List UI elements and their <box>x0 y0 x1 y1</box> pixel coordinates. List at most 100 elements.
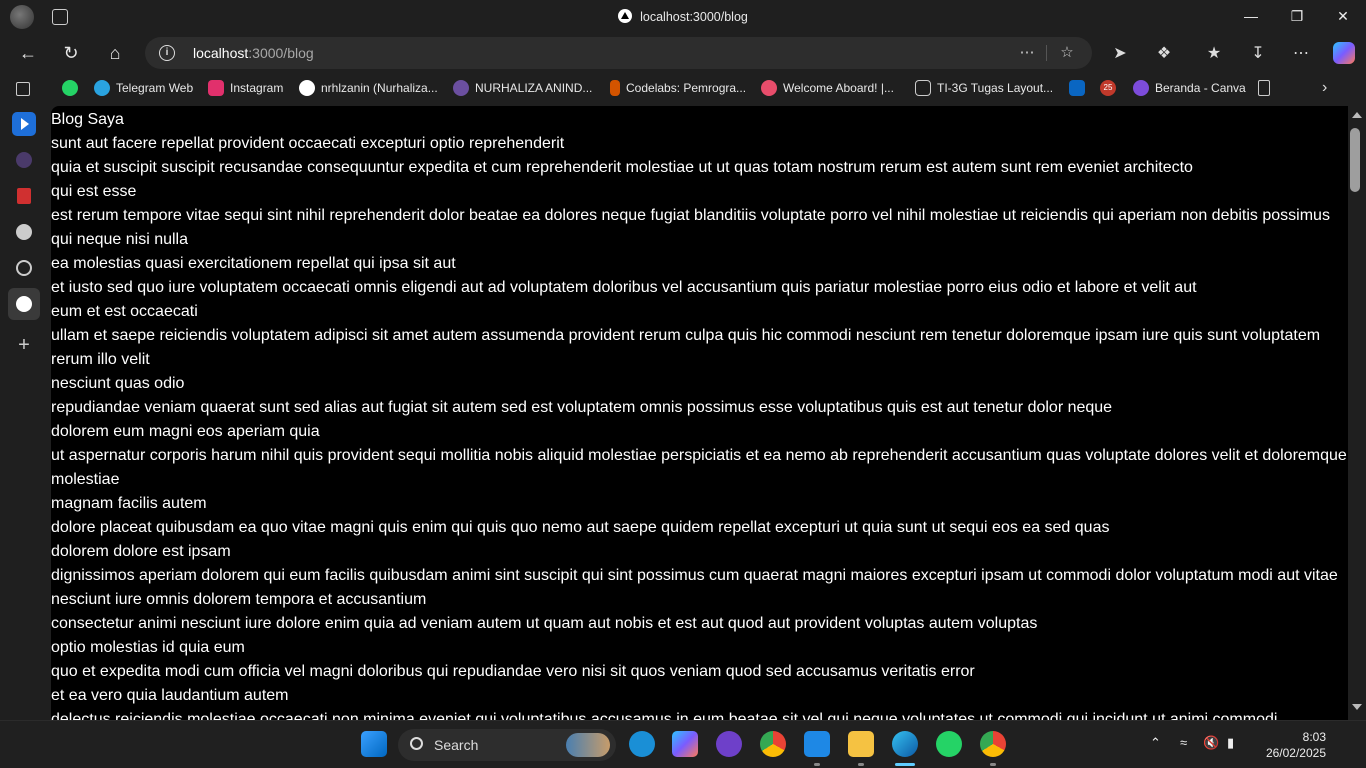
sidebar-app-5[interactable] <box>12 256 36 280</box>
page-title: Blog Saya <box>51 111 124 128</box>
post-title: nesciunt iure omnis dolorem tempora et a… <box>51 591 427 608</box>
bookmark-label: nrhlzanin (Nurhaliza... <box>321 81 438 95</box>
edge-icon[interactable] <box>892 731 918 757</box>
bookmark-telegram[interactable]: Telegram Web <box>94 80 193 96</box>
bookmark-label: Welcome Aboard! |... <box>783 81 894 95</box>
whatsapp-taskbar-icon[interactable] <box>936 731 962 757</box>
add-app-icon[interactable]: + <box>12 333 36 357</box>
post-body: quia et suscipit suscipit recusandae con… <box>51 159 1193 176</box>
post-title: sunt aut facere repellat provident occae… <box>51 135 565 152</box>
vscode-icon[interactable] <box>804 731 830 757</box>
pdf-icon <box>17 188 31 204</box>
bookmark-nurhaliza[interactable]: NURHALIZA ANIND... <box>453 80 592 96</box>
copilot-icon <box>1333 42 1355 64</box>
post-body: consectetur animi nesciunt iure dolore e… <box>51 615 1038 632</box>
scroll-thumb[interactable] <box>1350 128 1360 192</box>
post-title: ea molestias quasi exercitationem repell… <box>51 255 456 272</box>
post-body: ullam et saepe reiciendis voluptatem adi… <box>51 327 1321 368</box>
scroll-down-arrow-icon[interactable] <box>1352 704 1362 710</box>
bookmark-label: Beranda - Canva <box>1155 81 1246 95</box>
wifi-icon[interactable]: ≈ <box>1180 735 1187 750</box>
address-separator <box>1046 45 1047 61</box>
system-clock[interactable]: 8:03 26/02/2025 <box>1266 729 1326 761</box>
home-icon[interactable]: ⌂ <box>102 40 128 66</box>
active-app-indicator <box>895 763 915 766</box>
post-body: et iusto sed quo iure voluptatem occaeca… <box>51 279 1197 296</box>
sidebar-app-3[interactable] <box>12 184 36 208</box>
search-label: Search <box>434 737 479 753</box>
chrome-icon[interactable] <box>760 731 786 757</box>
bookmark-label: Telegram Web <box>116 81 194 95</box>
university-logo-icon <box>453 80 469 96</box>
bookmark-codelabs[interactable]: Codelabs: Pemrogra... <box>610 80 746 96</box>
minimize-button[interactable]: — <box>1228 0 1274 32</box>
file-explorer-icon[interactable] <box>848 731 874 757</box>
search-icon <box>410 737 423 750</box>
post-body: delectus reiciendis molestiae occaecati … <box>51 711 1278 720</box>
copilot-button[interactable] <box>1332 41 1356 65</box>
tray-chevron-up-icon[interactable]: ⌃ <box>1150 735 1161 751</box>
bookmark-welcome[interactable]: Welcome Aboard! |... <box>761 80 894 96</box>
page-actions-icon[interactable]: ⋯ <box>1017 43 1037 63</box>
chevron-right-icon[interactable]: › <box>1322 79 1327 97</box>
post-body: ut aspernatur corporis harum nihil quis … <box>51 447 1347 488</box>
sidebar-toggle-icon[interactable] <box>16 82 30 96</box>
address-bar[interactable]: i localhost:3000/blog ⋯ ☆ <box>145 37 1092 69</box>
refresh-icon[interactable]: ↻ <box>58 40 84 66</box>
url-text[interactable]: localhost:3000/blog <box>193 45 314 61</box>
classroom-icon <box>915 80 931 96</box>
sidebar-app-6[interactable] <box>8 288 40 320</box>
page-scrollbar[interactable] <box>1348 106 1366 720</box>
volume-muted-icon[interactable]: 🔇 <box>1203 735 1219 751</box>
url-host: localhost <box>193 45 249 61</box>
battery-icon[interactable]: ▮ <box>1227 735 1234 751</box>
chrome-profile-icon[interactable] <box>980 731 1006 757</box>
restore-button[interactable]: ❐ <box>1274 0 1320 32</box>
bookmark-github[interactable]: nrhlzanin (Nurhaliza... <box>299 80 438 96</box>
downloads-icon[interactable]: ↧ <box>1246 41 1270 65</box>
bookmark-tugas-layout[interactable]: TI-3G Tugas Layout... <box>915 80 1053 96</box>
welcome-icon <box>761 80 777 96</box>
github-desktop-icon[interactable] <box>716 731 742 757</box>
page-viewport: Blog Saya sunt aut facere repellat provi… <box>51 106 1348 720</box>
bookmark-canva[interactable]: Beranda - Canva <box>1133 80 1246 96</box>
scroll-up-arrow-icon[interactable] <box>1352 112 1362 118</box>
site-info-icon[interactable]: i <box>159 45 175 61</box>
post-body: quo et expedita modi cum officia vel mag… <box>51 663 975 680</box>
copilot-taskbar-icon[interactable] <box>672 731 698 757</box>
start-windows-icon[interactable] <box>361 731 387 757</box>
sidebar-app-4[interactable] <box>12 220 36 244</box>
favorite-star-icon[interactable]: ☆ <box>1057 43 1077 63</box>
extension-cursor-icon[interactable]: ➤ <box>1108 41 1132 65</box>
taskbar-search[interactable]: Search <box>398 729 616 761</box>
post-title: qui est esse <box>51 183 137 200</box>
settings-more-icon[interactable]: ⋯ <box>1289 41 1313 65</box>
widgets-icon[interactable] <box>629 731 655 757</box>
instagram-icon <box>208 80 224 96</box>
bookmark-whatsapp[interactable] <box>62 80 78 96</box>
extensions-icon[interactable]: ❖ <box>1152 41 1176 65</box>
github-icon <box>299 80 315 96</box>
clock-time: 8:03 <box>1302 730 1326 744</box>
bookmark-linkedin[interactable] <box>1069 80 1085 96</box>
university-logo-icon <box>16 152 32 168</box>
sidebar-app-1[interactable] <box>12 112 36 136</box>
back-arrow-icon[interactable]: ← <box>15 40 41 66</box>
running-app-indicator <box>858 763 864 766</box>
post-title: nesciunt quas odio <box>51 375 185 392</box>
bookmark-label: Codelabs: Pemrogra... <box>626 81 747 95</box>
post-title: dolorem dolore est ipsam <box>51 543 231 560</box>
bookmark-badge[interactable]: 25 <box>1100 80 1116 96</box>
running-app-indicator <box>990 763 996 766</box>
browser-sidebar: + <box>0 106 48 720</box>
bookmark-instagram[interactable]: Instagram <box>208 80 283 96</box>
favorites-icon[interactable]: ★ <box>1202 41 1226 65</box>
url-path: :3000/blog <box>248 45 314 61</box>
sidebar-app-2[interactable] <box>12 148 36 172</box>
search-highlight-image <box>566 733 610 757</box>
vercel-icon <box>16 296 32 312</box>
running-app-indicator <box>814 763 820 766</box>
close-button[interactable]: ✕ <box>1320 0 1366 32</box>
other-favorites-icon[interactable] <box>1258 80 1270 96</box>
codelabs-icon <box>610 80 620 96</box>
